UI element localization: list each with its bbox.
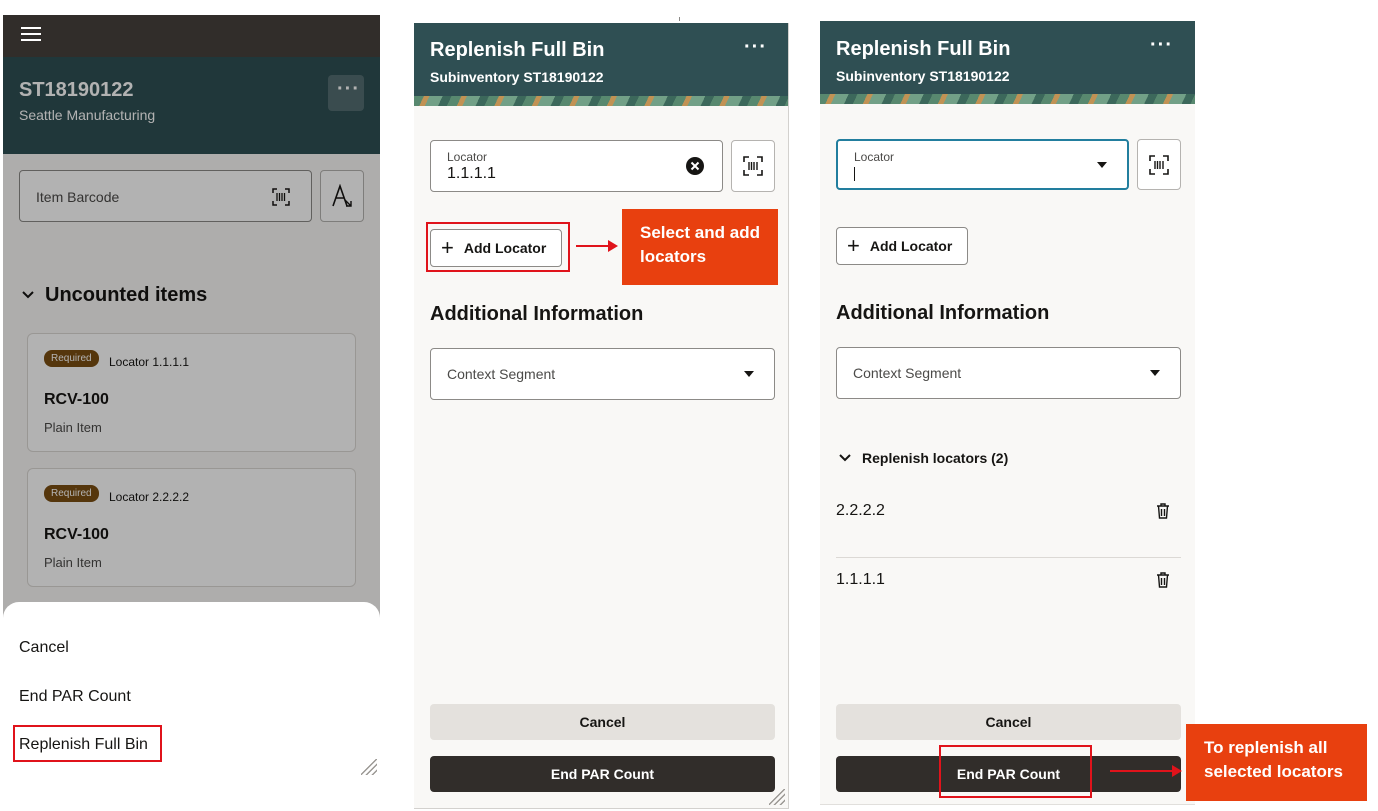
- header-pattern: [820, 94, 1195, 104]
- page-subtitle: Subinventory ST18190122: [430, 69, 604, 85]
- divider: [836, 557, 1181, 558]
- resize-grip-icon: [361, 759, 377, 775]
- caret-down-icon[interactable]: [1097, 161, 1107, 168]
- screen-replenish-full-bin-entry: Replenish Full Bin Subinventory ST181901…: [414, 23, 789, 809]
- callout-replenish-all: To replenish all selected locators: [1186, 724, 1367, 801]
- chevron-down-icon[interactable]: [838, 453, 852, 463]
- section-title: Additional Information: [836, 302, 1050, 324]
- arrow-icon: [576, 240, 618, 252]
- cancel-button[interactable]: Cancel: [430, 704, 775, 740]
- page-title: Replenish Full Bin: [430, 39, 605, 61]
- locator-value: 1.1.1.1: [447, 165, 496, 182]
- context-segment-label: Context Segment: [447, 366, 556, 382]
- context-segment-select[interactable]: Context Segment: [836, 347, 1181, 399]
- cancel-button[interactable]: Cancel: [836, 704, 1181, 740]
- callout-add-locators: Select and add locators: [622, 209, 778, 285]
- context-segment-select[interactable]: Context Segment: [430, 348, 775, 400]
- more-icon[interactable]: ···: [1150, 35, 1173, 55]
- locator-row-label: 1.1.1.1: [836, 571, 885, 588]
- section-title: Additional Information: [430, 303, 644, 325]
- locator-row-label: 2.2.2.2: [836, 502, 885, 519]
- end-par-count-button[interactable]: End PAR Count: [430, 756, 775, 792]
- more-icon[interactable]: ···: [744, 37, 767, 57]
- add-locator-label: Add Locator: [869, 238, 953, 254]
- end-par-count-option[interactable]: End PAR Count: [19, 688, 131, 706]
- scan-locator-button[interactable]: [731, 140, 775, 192]
- locator-field[interactable]: Locator 1.1.1.1: [430, 140, 723, 192]
- clear-icon[interactable]: [686, 157, 704, 175]
- caret-down-icon: [1150, 370, 1160, 376]
- context-segment-label: Context Segment: [853, 365, 962, 381]
- locator-field[interactable]: Locator: [836, 139, 1129, 190]
- plus-icon: +: [847, 233, 860, 258]
- add-locator-button[interactable]: + Add Locator: [836, 227, 968, 265]
- page-header: Replenish Full Bin Subinventory ST181901…: [820, 21, 1195, 104]
- scan-locator-button[interactable]: [1137, 139, 1181, 190]
- replenish-locators-header[interactable]: Replenish locators (2): [862, 450, 1008, 466]
- trash-icon[interactable]: [1156, 572, 1170, 588]
- resize-grip-icon: [769, 789, 785, 805]
- page-header: Replenish Full Bin Subinventory ST181901…: [414, 23, 788, 106]
- header-pattern: [414, 96, 788, 106]
- highlight-replenish-option: [13, 725, 162, 762]
- page-title: Replenish Full Bin: [836, 38, 1011, 60]
- trash-icon[interactable]: [1156, 503, 1170, 519]
- arrow-icon: [1110, 765, 1182, 777]
- barcode-scan-icon: [1149, 154, 1169, 175]
- highlight-add-locator: [426, 222, 570, 272]
- top-app-bar: [3, 15, 380, 57]
- divider: [679, 17, 680, 21]
- locator-label: Locator: [854, 150, 895, 164]
- barcode-scan-icon: [743, 156, 763, 176]
- screen-uncounted-items: ST18190122 Seattle Manufacturing ··· Ite…: [3, 15, 380, 778]
- highlight-end-par-count: [939, 745, 1092, 798]
- hamburger-menu-icon[interactable]: [21, 27, 41, 43]
- screen-replenish-full-bin-list: Replenish Full Bin Subinventory ST181901…: [820, 21, 1195, 805]
- locator-label: Locator: [447, 150, 488, 164]
- text-cursor: [854, 167, 855, 181]
- cancel-option[interactable]: Cancel: [19, 639, 69, 657]
- caret-down-icon: [744, 371, 754, 377]
- page-subtitle: Subinventory ST18190122: [836, 68, 1010, 84]
